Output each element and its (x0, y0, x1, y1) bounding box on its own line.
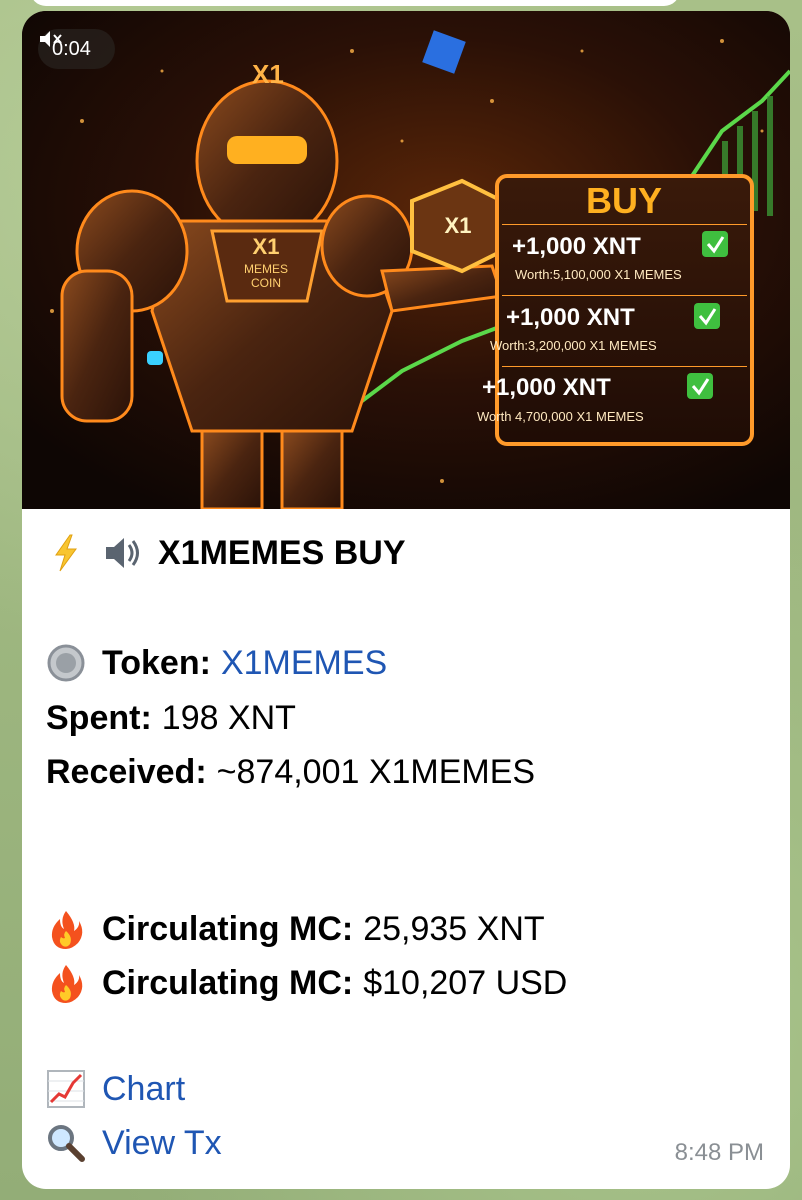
mc-usd-row: Circulating MC: $10,207 USD (46, 963, 567, 1003)
mc-xnt-value: 25,935 XNT (363, 909, 545, 948)
received-label: Received: (46, 753, 207, 791)
chart-link[interactable]: Chart (102, 1070, 185, 1109)
magnifier-icon (46, 1123, 90, 1163)
token-link[interactable]: X1MEMES (221, 644, 387, 683)
view-tx-link-row[interactable]: View Tx (46, 1123, 222, 1163)
order-1-worth: Worth:5,100,000 X1 MEMES (515, 267, 682, 282)
mc-usd-value: $10,207 USD (363, 963, 568, 1002)
chart-icon (46, 1069, 90, 1109)
mc-xnt-row: Circulating MC: 25,935 XNT (46, 909, 545, 949)
video-duration-pill[interactable]: 0:04 (38, 29, 115, 69)
message-title: X1MEMES BUY (158, 533, 406, 572)
order-3-worth: Worth 4,700,000 X1 MEMES (477, 409, 644, 424)
order-2-amount: +1,000 XNT (506, 304, 635, 331)
spent-label: Spent: (46, 699, 152, 737)
helmet-label: X1 (252, 59, 284, 89)
coin-icon (46, 643, 90, 683)
video-frame: X1 X1 MEMES COIN X1 BUY +1,000 XNT Worth… (22, 11, 790, 509)
message-bubble[interactable]: X1 X1 MEMES COIN X1 BUY +1,000 XNT Worth… (22, 11, 790, 1189)
mc-usd-label: Circulating MC: (102, 963, 354, 1002)
video-media[interactable]: X1 X1 MEMES COIN X1 BUY +1,000 XNT Worth… (22, 11, 790, 509)
order-2-worth: Worth:3,200,000 X1 MEMES (490, 338, 657, 353)
chest-label-2: MEMES (244, 262, 288, 276)
spent-row: Spent: 198 XNT (46, 699, 296, 738)
buy-title: BUY (586, 180, 662, 221)
chart-link-row[interactable]: Chart (46, 1069, 185, 1109)
token-row: Token: X1MEMES (46, 643, 387, 683)
fire-icon (46, 909, 90, 949)
speaker-icon (102, 533, 146, 573)
received-row: Received: ~874,001 X1MEMES (46, 753, 535, 792)
spent-value: 198 XNT (161, 699, 296, 737)
order-1-amount: +1,000 XNT (512, 233, 641, 260)
lightning-icon (46, 533, 90, 573)
message-timestamp: 8:48 PM (674, 1139, 764, 1166)
fire-icon (46, 963, 90, 1003)
chest-label-1: X1 (253, 234, 280, 259)
token-label: Token: (102, 643, 211, 682)
mc-xnt-label: Circulating MC: (102, 909, 354, 948)
previous-message-bubble[interactable] (30, 0, 680, 6)
received-value: ~874,001 X1MEMES (216, 753, 536, 791)
cube-label: X1 (445, 213, 472, 238)
view-tx-link[interactable]: View Tx (102, 1124, 222, 1163)
order-3-amount: +1,000 XNT (482, 374, 611, 401)
chest-label-3: COIN (251, 276, 281, 290)
message-title-row: X1MEMES BUY (46, 533, 406, 573)
